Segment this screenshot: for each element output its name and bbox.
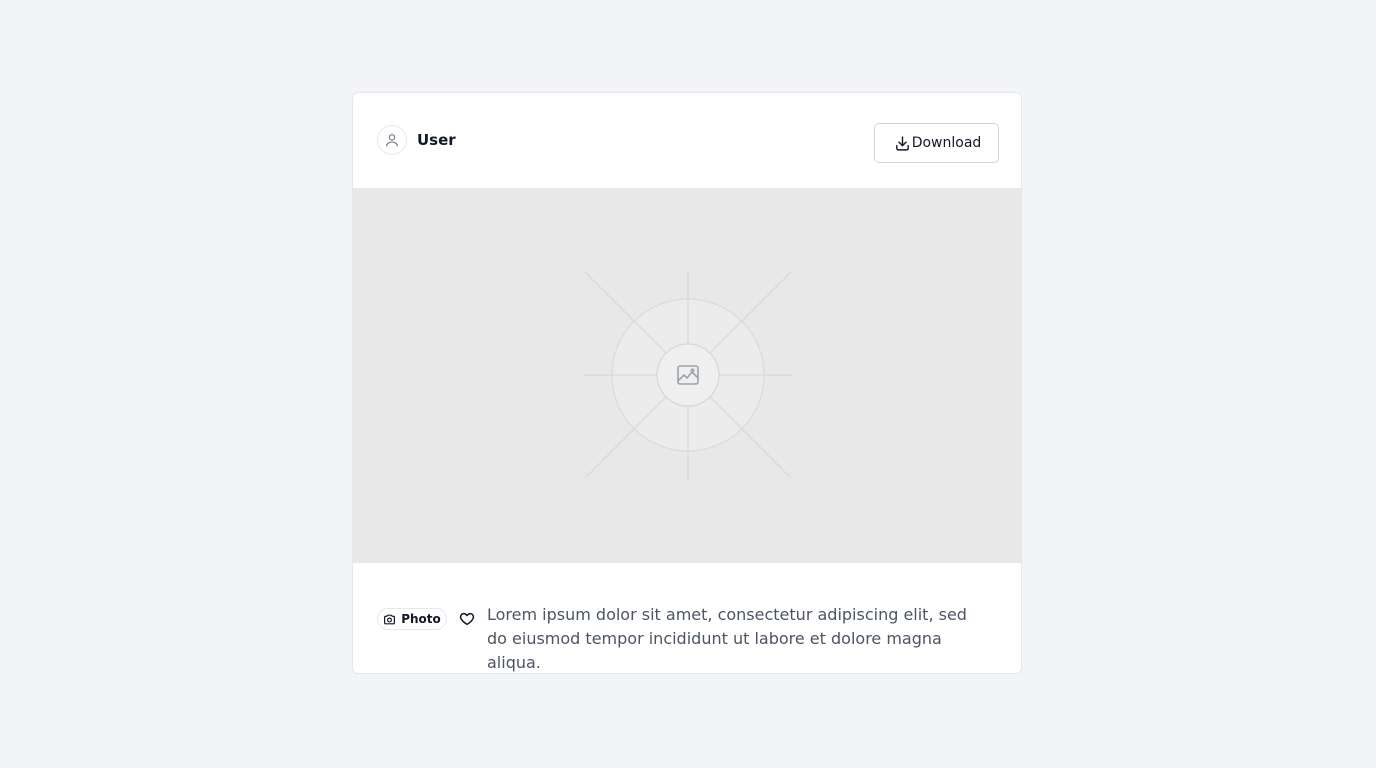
post-caption: Lorem ipsum dolor sit amet, consectetur … xyxy=(487,605,967,672)
download-icon xyxy=(894,135,911,152)
post-header: User Download xyxy=(353,93,1021,188)
heart-icon[interactable] xyxy=(458,610,476,628)
photo-badge: Photo xyxy=(377,608,447,630)
username[interactable]: User xyxy=(417,130,456,150)
download-button[interactable]: Download xyxy=(874,123,999,163)
badge-label: Photo xyxy=(401,612,441,626)
avatar[interactable] xyxy=(377,125,407,155)
image-placeholder-graphic xyxy=(583,270,793,480)
download-label: Download xyxy=(911,135,982,151)
post-card: User Download Photo Lorem ipsum dolor si… xyxy=(352,92,1022,674)
image-placeholder[interactable] xyxy=(353,188,1021,563)
camera-icon xyxy=(383,613,396,626)
user-icon xyxy=(384,132,400,148)
post-footer: Photo Lorem ipsum dolor sit amet, consec… xyxy=(353,563,1021,673)
